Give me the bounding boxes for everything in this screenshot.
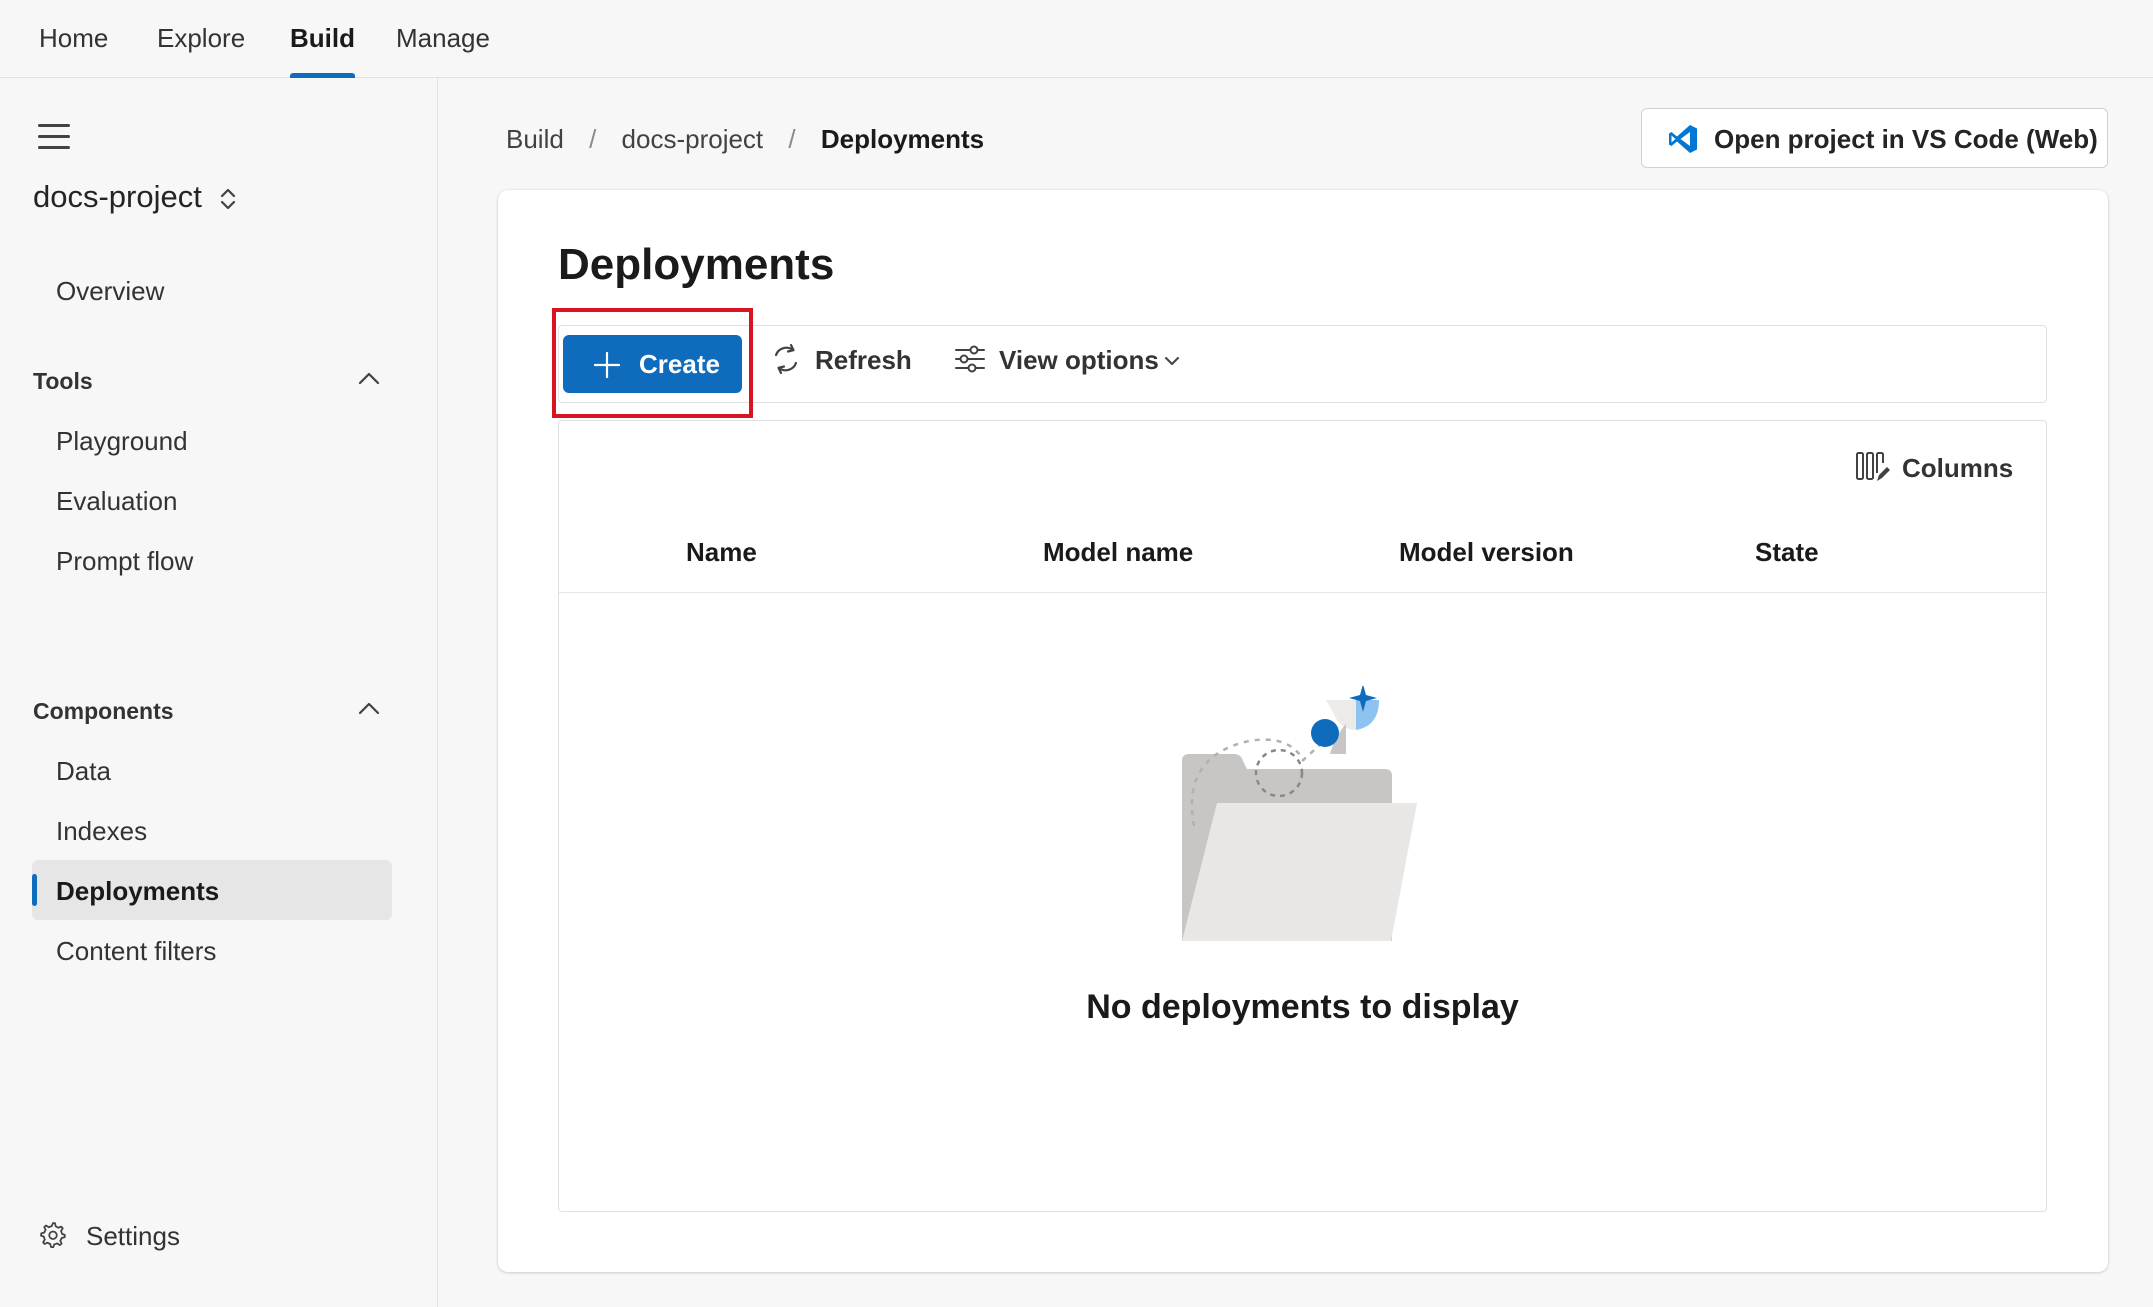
- sidebar-item-deployments[interactable]: Deployments: [56, 876, 219, 907]
- sidebar-item-playground[interactable]: Playground: [56, 426, 188, 457]
- table-header-divider: [559, 592, 2046, 593]
- deployments-card: Deployments Create Refresh View options: [498, 190, 2108, 1272]
- breadcrumb-project[interactable]: docs-project: [622, 124, 764, 154]
- chevron-up-icon: [358, 702, 380, 715]
- columns-edit-icon: [1856, 452, 1890, 481]
- tab-home[interactable]: Home: [39, 0, 108, 78]
- create-highlight-box: [552, 308, 753, 418]
- sidebar: docs-project Overview Tools Playground E…: [0, 78, 438, 1307]
- view-options-button[interactable]: View options: [954, 345, 1186, 381]
- sidebar-group-components[interactable]: Components: [33, 698, 391, 725]
- view-options-label: View options: [999, 345, 1159, 375]
- project-name: docs-project: [33, 179, 202, 214]
- refresh-icon: [774, 343, 798, 375]
- open-vscode-label: Open project in VS Code (Web): [1714, 124, 2098, 154]
- sidebar-item-prompt-flow[interactable]: Prompt flow: [56, 546, 193, 577]
- sidebar-item-indexes[interactable]: Indexes: [56, 816, 147, 847]
- sidebar-group-label: Components: [33, 698, 174, 724]
- breadcrumb: Build / docs-project / Deployments: [506, 124, 1002, 155]
- refresh-label: Refresh: [815, 345, 912, 375]
- gear-icon: [40, 1222, 66, 1249]
- breadcrumb-separator: /: [788, 124, 796, 154]
- refresh-button[interactable]: Refresh: [770, 343, 912, 381]
- chevron-up-down-icon: [221, 188, 236, 209]
- sidebar-item-data[interactable]: Data: [56, 756, 111, 787]
- sidebar-item-overview[interactable]: Overview: [56, 276, 164, 307]
- tab-explore[interactable]: Explore: [157, 0, 245, 78]
- chevron-up-icon: [358, 372, 380, 385]
- empty-folder-illustration: [1182, 686, 1417, 941]
- page-title: Deployments: [558, 240, 835, 289]
- columns-button[interactable]: Columns: [1855, 449, 2025, 489]
- column-header-model-name[interactable]: Model name: [1043, 537, 1193, 568]
- deployments-table: Columns Name Model name Model version St…: [558, 420, 2047, 1212]
- menu-icon[interactable]: [38, 124, 72, 150]
- sidebar-selected-indicator: [32, 874, 37, 906]
- sidebar-group-label: Tools: [33, 368, 93, 394]
- column-header-model-version[interactable]: Model version: [1399, 537, 1574, 568]
- empty-state-message: No deployments to display: [1086, 988, 1519, 1026]
- tab-build[interactable]: Build: [290, 0, 355, 78]
- sliders-icon: [955, 345, 985, 373]
- breadcrumb-separator: /: [589, 124, 597, 154]
- sidebar-group-tools[interactable]: Tools: [33, 368, 391, 395]
- project-switcher[interactable]: docs-project: [33, 179, 238, 215]
- vscode-icon: [1669, 125, 1697, 153]
- breadcrumb-build[interactable]: Build: [506, 124, 564, 154]
- columns-label: Columns: [1902, 453, 2014, 483]
- sidebar-item-evaluation[interactable]: Evaluation: [56, 486, 177, 517]
- chevron-down-icon: [1165, 357, 1179, 365]
- column-header-state[interactable]: State: [1755, 537, 1819, 568]
- tab-manage[interactable]: Manage: [396, 0, 490, 78]
- top-nav: Home Explore Build Manage: [0, 0, 2153, 78]
- breadcrumb-current: Deployments: [820, 124, 985, 154]
- sidebar-item-content-filters[interactable]: Content filters: [56, 936, 216, 967]
- column-header-name[interactable]: Name: [686, 537, 757, 568]
- settings-label: Settings: [86, 1221, 180, 1251]
- open-vscode-button[interactable]: Open project in VS Code (Web): [1641, 108, 2108, 168]
